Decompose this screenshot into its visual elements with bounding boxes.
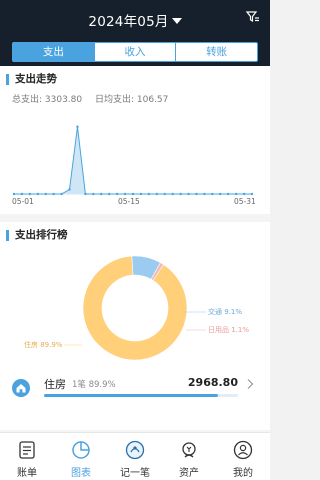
- trend-point: [139, 192, 143, 196]
- trend-point: [36, 192, 39, 196]
- month-label: 2024年05月: [88, 14, 169, 30]
- trend-point: [203, 192, 206, 196]
- nav-add-record-label: 记一笔: [120, 468, 150, 479]
- pie-label-transport: 交通 9.1%: [208, 307, 242, 316]
- nav-add-record[interactable]: 记一笔: [108, 433, 162, 480]
- nav-charts[interactable]: 图表: [54, 433, 108, 480]
- trend-point: [171, 192, 174, 196]
- trend-point: [250, 192, 254, 196]
- trend-point: [187, 192, 190, 196]
- profile-icon: [233, 440, 253, 460]
- trend-point: [44, 192, 47, 196]
- trend-point: [123, 192, 127, 196]
- trend-point: [155, 192, 158, 196]
- trend-point: [227, 192, 230, 196]
- ranking-meta: 1笔 89.9%: [72, 380, 116, 390]
- trend-point: [60, 192, 63, 196]
- trend-point: [100, 192, 103, 196]
- ranking-name: 住房: [44, 378, 66, 391]
- trend-point: [52, 192, 55, 196]
- nav-assets-label: 资产: [179, 468, 199, 479]
- filter-icon[interactable]: [246, 10, 260, 24]
- trend-card: 支出走势 总支出: 3303.80 日均支出: 106.57 05-01 05-…: [0, 66, 270, 214]
- trend-point: [115, 192, 119, 196]
- trend-line: [14, 126, 252, 195]
- x-tick-start: 05-01: [12, 197, 34, 206]
- tab-transfer[interactable]: 转账: [176, 43, 257, 61]
- trend-point: [84, 192, 87, 196]
- trend-point: [92, 192, 95, 196]
- nav-profile[interactable]: 我的: [216, 433, 270, 480]
- trend-point: [28, 192, 32, 196]
- nav-profile-label: 我的: [233, 468, 253, 479]
- month-picker[interactable]: 2024年05月: [0, 10, 270, 30]
- chevron-right-icon: [247, 379, 254, 389]
- pie-label-housing: 住房 89.9%: [24, 340, 63, 349]
- ranking-title: 支出排行榜: [6, 230, 68, 241]
- ranking-bar-fill: [44, 394, 219, 397]
- nav-bills-label: 账单: [17, 468, 37, 479]
- trend-point: [234, 192, 238, 196]
- trend-point: [108, 192, 111, 196]
- nav-assets[interactable]: 资产: [162, 433, 216, 480]
- expense-donut-chart: 交通 9.1% 日用品 1.1% 住房 89.9%: [24, 255, 249, 361]
- trend-point: [76, 125, 79, 128]
- x-tick-mid: 05-15: [118, 197, 140, 206]
- trend-point: [20, 192, 24, 196]
- trend-point: [219, 192, 222, 196]
- trend-chart: 05-01 05-15 05-31: [12, 125, 256, 206]
- house-icon: [12, 379, 30, 397]
- trend-title: 支出走势: [6, 74, 57, 85]
- chart-icon: [72, 441, 90, 459]
- total-expense: 总支出: 3303.80: [12, 95, 83, 105]
- trend-point: [163, 192, 166, 196]
- ranking-row-housing[interactable]: 住房 1笔 89.9% 2968.80: [0, 372, 270, 412]
- trend-point: [242, 192, 246, 196]
- x-tick-end: 05-31: [234, 197, 256, 206]
- type-tabs: 支出 收入 转账: [12, 42, 258, 62]
- trend-point: [68, 188, 71, 191]
- trend-area: [14, 126, 252, 194]
- tab-income[interactable]: 收入: [95, 43, 177, 61]
- assets-icon: [182, 442, 196, 458]
- ranking-amount: 2968.80: [187, 376, 238, 389]
- bottom-nav: 账单 图表 记一笔 资产 我的: [0, 432, 270, 480]
- tab-expense[interactable]: 支出: [13, 43, 95, 61]
- trend-point: [147, 192, 151, 196]
- trend-point: [12, 192, 16, 196]
- nav-bills[interactable]: 账单: [0, 433, 54, 480]
- bill-icon: [19, 441, 35, 459]
- trend-point: [179, 192, 182, 196]
- caret-down-icon: [171, 18, 182, 24]
- nav-charts-label: 图表: [71, 468, 91, 479]
- ranking-card: 支出排行榜 交通 9.1% 日用品 1.1% 住房 89.9% 住房 1笔 89…: [0, 222, 270, 430]
- pie-label-daily: 日用品 1.1%: [208, 326, 249, 334]
- app: 2024年05月 支出 收入 转账 支出走势 总支出: 3303.80 日均支出…: [0, 0, 270, 480]
- trend-stats: 总支出: 3303.80 日均支出: 106.57: [12, 92, 178, 105]
- trend-point: [195, 192, 198, 196]
- daily-average: 日均支出: 106.57: [95, 95, 169, 105]
- trend-point: [211, 192, 214, 196]
- trend-point: [131, 192, 135, 196]
- header: 2024年05月 支出 收入 转账: [0, 0, 270, 68]
- add-record-icon: [125, 440, 145, 460]
